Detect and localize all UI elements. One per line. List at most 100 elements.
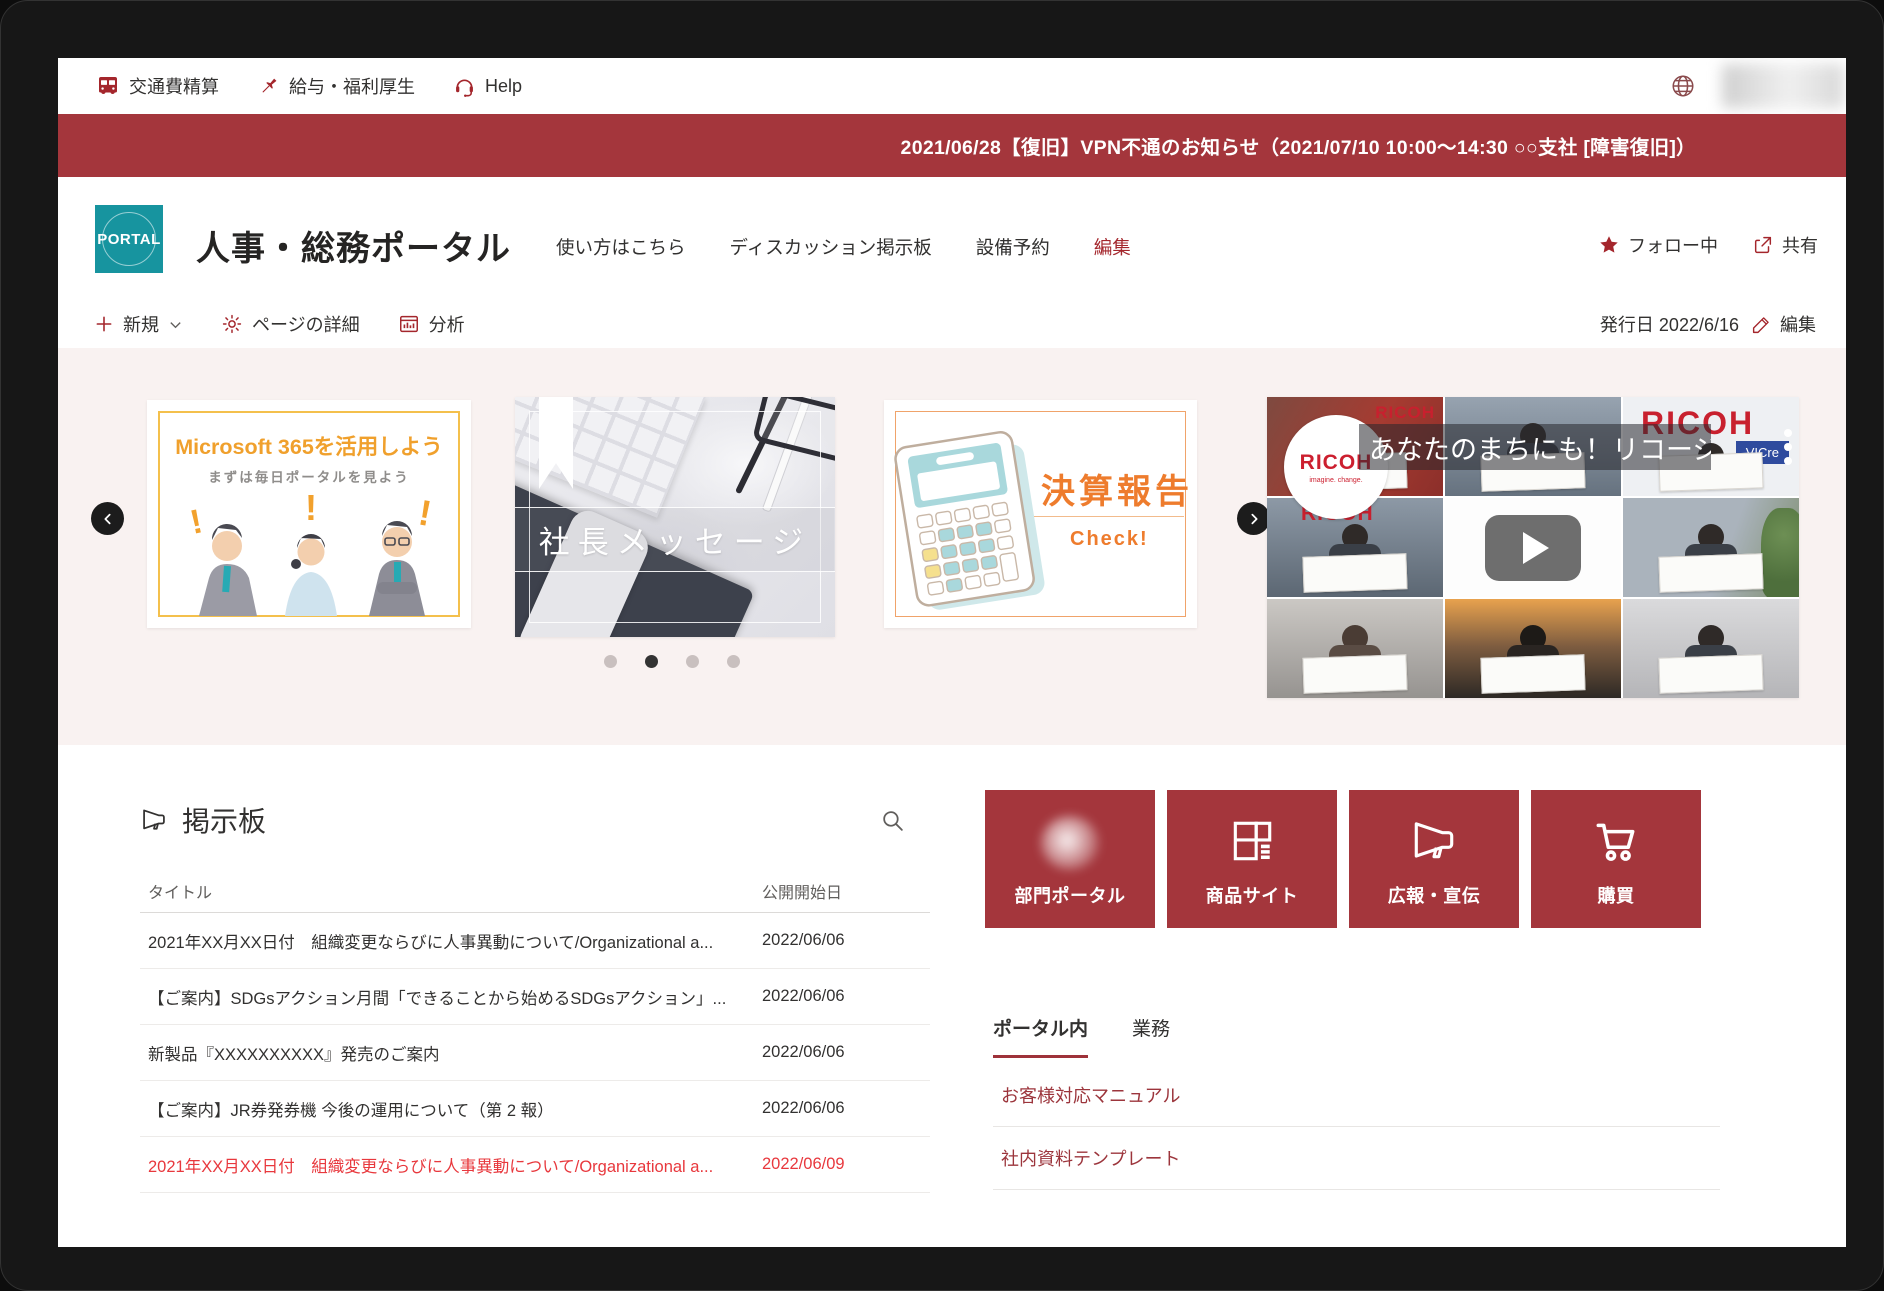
- quick-link-tabs: ポータル内 業務: [993, 1014, 1170, 1058]
- montage-cell: [1623, 599, 1799, 698]
- portal-logo[interactable]: PORTAL: [95, 205, 163, 273]
- row-title: 【ご案内】JR券発券機 今後の運用について（第 2 報）: [140, 1097, 762, 1121]
- employees-illustration: ! ! !: [165, 494, 453, 616]
- m365-card-title: Microsoft 365を活用しよう: [147, 430, 471, 461]
- transport-expense-link[interactable]: 交通費精算: [96, 73, 219, 99]
- row-title: 【ご案内】SDGsアクション月間「できることから始めるSDGsアクション」...: [140, 985, 762, 1009]
- carousel-card-president-message[interactable]: 社長メッセージ: [515, 397, 835, 637]
- logo-text: PORTAL: [97, 231, 161, 248]
- calculator-illustration: [890, 426, 1050, 612]
- message-board: [1658, 655, 1763, 694]
- help-link[interactable]: Help: [453, 75, 522, 98]
- nav-facility-reservation[interactable]: 設備予約: [976, 234, 1050, 260]
- utility-bar: 交通費精算 給与・福利厚生 Help: [58, 58, 1846, 114]
- nav-discussion-board[interactable]: ディスカッション掲示板: [730, 234, 932, 260]
- video-title: あなたのまちにも！リコージ…: [1369, 428, 1711, 467]
- tile-label: 広報・宣伝: [1349, 882, 1519, 908]
- row-title: 2021年XX月XX日付 組織変更ならびに人事異動について/Organizati…: [140, 1153, 762, 1177]
- announcement-banner[interactable]: 2021/06/28【復旧】VPN不通のお知らせ（2021/07/10 10:0…: [58, 114, 1846, 177]
- row-date: 2022/06/09: [762, 1155, 922, 1174]
- analytics-icon: [398, 313, 420, 335]
- carousel-dots: [604, 655, 740, 668]
- message-board: [1658, 554, 1763, 593]
- montage-cell: [1623, 498, 1799, 597]
- video-menu-dots-icon[interactable]: [1784, 429, 1792, 465]
- carousel-next-button[interactable]: [1237, 502, 1270, 535]
- link-customer-service-manual[interactable]: お客様対応マニュアル: [993, 1064, 1720, 1127]
- published-date: 発行日 2022/6/16: [1600, 311, 1739, 337]
- play-button[interactable]: [1485, 515, 1581, 581]
- share-button[interactable]: 共有: [1752, 232, 1818, 258]
- tile-public-relations[interactable]: 広報・宣伝: [1349, 790, 1519, 928]
- message-board: [1302, 655, 1407, 694]
- product-grid-icon: [1227, 816, 1277, 866]
- carousel-dot-3[interactable]: [686, 655, 699, 668]
- share-icon: [1752, 234, 1774, 256]
- message-board: [1480, 655, 1585, 694]
- tile-department-portal[interactable]: 部門ポータル: [985, 790, 1155, 928]
- ricoh-tagline: imagine. change.: [1309, 477, 1362, 484]
- tab-portal-internal[interactable]: ポータル内: [993, 1014, 1088, 1058]
- command-bar-right: 発行日 2022/6/16 編集: [1600, 311, 1816, 337]
- tab-business[interactable]: 業務: [1132, 1014, 1170, 1058]
- site-header: PORTAL 人事・総務ポータル 使い方はこちら ディスカッション掲示板 設備予…: [58, 177, 1846, 300]
- follow-button[interactable]: フォロー中: [1598, 232, 1718, 258]
- row-date: 2022/06/06: [762, 1043, 922, 1062]
- svg-text:!: !: [187, 502, 206, 542]
- site-nav: 使い方はこちら ディスカッション掲示板 設備予約 編集: [556, 234, 1131, 260]
- carousel-prev-button[interactable]: [91, 502, 124, 535]
- edit-page-button[interactable]: 編集: [1751, 311, 1816, 337]
- page-details-button[interactable]: ページの詳細: [221, 311, 360, 337]
- pushpin-icon: [257, 75, 280, 98]
- megaphone-icon: [140, 806, 168, 834]
- payroll-benefits-link[interactable]: 給与・福利厚生: [257, 73, 415, 99]
- table-row[interactable]: 新製品『XXXXXXXXXX』発売のご案内 2022/06/06: [140, 1025, 930, 1081]
- column-header-title[interactable]: タイトル: [140, 879, 762, 903]
- table-row-alert[interactable]: 2021年XX月XX日付 組織変更ならびに人事異動について/Organizati…: [140, 1137, 930, 1193]
- pencil-icon: [1751, 314, 1772, 335]
- gear-icon: [221, 313, 243, 335]
- bus-icon: [96, 74, 120, 98]
- transport-expense-label: 交通費精算: [129, 73, 219, 99]
- megaphone-icon: [1409, 816, 1459, 866]
- search-icon: [880, 808, 905, 833]
- carousel-dot-1[interactable]: [604, 655, 617, 668]
- department-blurred-icon: [1041, 816, 1099, 870]
- divider: [1034, 516, 1184, 517]
- analytics-button[interactable]: 分析: [398, 311, 465, 337]
- user-account-blurred[interactable]: [1722, 64, 1844, 108]
- financial-report-title: 決算報告: [1041, 464, 1193, 513]
- link-internal-doc-templates[interactable]: 社内資料テンプレート: [993, 1127, 1720, 1190]
- table-row[interactable]: 【ご案内】SDGsアクション月間「できることから始めるSDGsアクション」...…: [140, 969, 930, 1025]
- globe-icon[interactable]: [1670, 73, 1696, 104]
- president-message-title: 社長メッセージ: [539, 525, 811, 560]
- table-header-row: タイトル 公開開始日: [140, 870, 930, 913]
- carousel-card-financial-report[interactable]: 決算報告 Check!: [884, 400, 1197, 628]
- follow-label: フォロー中: [1628, 232, 1718, 258]
- table-row[interactable]: 【ご案内】JR券発券機 今後の運用について（第 2 報） 2022/06/06: [140, 1081, 930, 1137]
- analytics-label: 分析: [429, 311, 465, 337]
- chevron-left-icon: [100, 511, 116, 527]
- row-title: 2021年XX月XX日付 組織変更ならびに人事異動について/Organizati…: [140, 929, 762, 953]
- new-button[interactable]: 新規: [94, 311, 183, 337]
- carousel-card-m365[interactable]: Microsoft 365を活用しよう まずは毎日ポータルを見よう ! ! !: [147, 400, 471, 628]
- tile-purchasing[interactable]: 購買: [1531, 790, 1701, 928]
- carousel-dot-4[interactable]: [727, 655, 740, 668]
- video-card[interactable]: RICOH RICOHVICre RICOH RICOH imagine. ch…: [1267, 397, 1799, 698]
- play-icon: [1523, 532, 1549, 564]
- carousel-dot-2-active[interactable]: [645, 655, 658, 668]
- quick-link-list: お客様対応マニュアル 社内資料テンプレート: [993, 1064, 1720, 1190]
- tile-product-site[interactable]: 商品サイト: [1167, 790, 1337, 928]
- tile-label: 部門ポータル: [985, 882, 1155, 908]
- table-row[interactable]: 2021年XX月XX日付 組織変更ならびに人事異動について/Organizati…: [140, 913, 930, 969]
- nav-how-to-use[interactable]: 使い方はこちら: [556, 234, 686, 260]
- board-search-button[interactable]: [880, 808, 905, 838]
- tile-label: 商品サイト: [1167, 882, 1337, 908]
- m365-card-subtitle: まずは毎日ポータルを見よう: [147, 466, 471, 486]
- announcement-text: 2021/06/28【復旧】VPN不通のお知らせ（2021/07/10 10:0…: [901, 131, 1696, 160]
- nav-edit[interactable]: 編集: [1094, 234, 1131, 260]
- cart-icon: [1591, 816, 1641, 866]
- video-title-bar: あなたのまちにも！リコージ…: [1359, 424, 1711, 470]
- row-date: 2022/06/06: [762, 1099, 922, 1118]
- column-header-date[interactable]: 公開開始日: [762, 879, 922, 903]
